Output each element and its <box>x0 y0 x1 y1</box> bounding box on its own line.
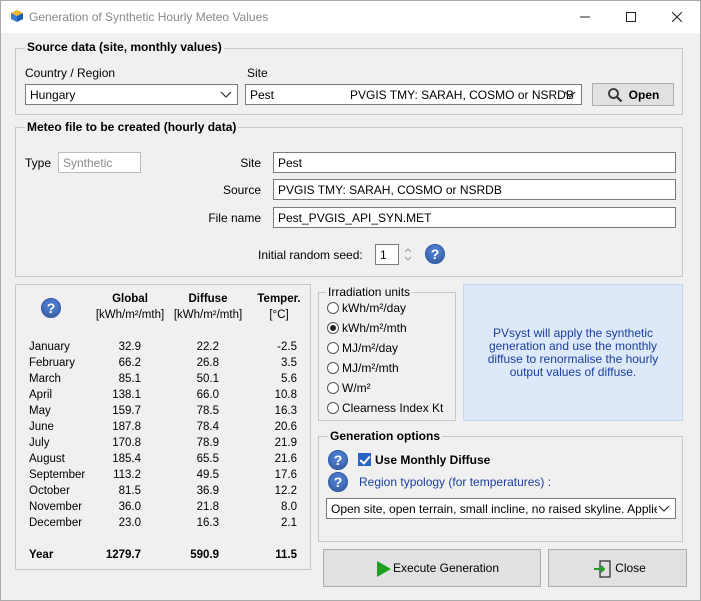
seed-value: 1 <box>380 248 387 262</box>
chevron-down-icon <box>220 91 232 98</box>
radio-kt-label: Clearness Index Kt <box>342 401 444 415</box>
table-row: March 85.1 50.1 5.6 <box>29 373 297 385</box>
seed-help-icon[interactable]: ? <box>425 244 445 264</box>
header-global: Global <box>112 293 148 305</box>
table-header-row: Global Diffuse Temper. <box>29 291 311 307</box>
type-value: Synthetic <box>63 156 113 170</box>
site-select[interactable]: Pest PVGIS TMY: SARAH, COSMO or NSRDB <box>245 84 582 105</box>
chevron-down-icon <box>564 91 576 98</box>
chevron-down-icon <box>658 505 670 512</box>
generation-options-group <box>318 436 683 542</box>
table-row: April 138.1 66.0 10.8 <box>29 389 297 401</box>
monthly-values-table: Global Diffuse Temper. [kWh/m²/mth] [kWh… <box>29 291 311 563</box>
table-row: December 23.0 16.3 2.1 <box>29 517 297 529</box>
table-row: September 113.2 49.5 17.6 <box>29 469 297 481</box>
table-row: November 36.0 21.8 8.0 <box>29 501 297 513</box>
close-icon <box>672 12 682 22</box>
diffuse-help-icon[interactable]: ? <box>328 450 348 470</box>
filename-field[interactable]: Pest_PVGIS_API_SYN.MET <box>273 207 676 228</box>
unit-diffuse: [kWh/m²/mth] <box>173 309 243 321</box>
header-diffuse: Diffuse <box>188 293 228 305</box>
radio-kt[interactable] <box>327 402 339 414</box>
meteo-file-title: Meteo file to be created (hourly data) <box>25 120 239 134</box>
unit-global: [kWh/m²/mth] <box>95 309 165 321</box>
file-site-label: Site <box>240 156 261 170</box>
seed-spinner[interactable] <box>403 244 413 265</box>
table-row: February 66.2 26.8 3.5 <box>29 357 297 369</box>
country-label: Country / Region <box>25 66 116 80</box>
seed-input[interactable]: 1 <box>375 244 399 265</box>
spinner-arrows-icon <box>404 248 412 261</box>
radio-kwh-mth-label: kWh/m²/mth <box>342 321 407 335</box>
type-field: Synthetic <box>58 152 141 173</box>
table-row: May 159.7 78.5 16.3 <box>29 405 297 417</box>
search-icon <box>607 87 622 102</box>
radio-mj-mth-label: MJ/m²/mth <box>342 361 399 375</box>
info-text: PVsyst will apply the synthetic generati… <box>487 325 659 379</box>
maximize-button[interactable] <box>608 1 654 33</box>
execute-generation-button[interactable]: Execute Generation <box>323 549 541 587</box>
source-label: Source <box>222 183 261 197</box>
radio-mj-mth[interactable] <box>327 362 339 374</box>
window-title: Generation of Synthetic Hourly Meteo Val… <box>29 10 269 24</box>
filename-value: Pest_PVGIS_API_SYN.MET <box>278 211 432 225</box>
region-help-icon[interactable]: ? <box>328 472 348 492</box>
irradiation-units-title: Irradiation units <box>326 285 413 299</box>
use-monthly-diffuse-checkbox[interactable] <box>358 453 371 466</box>
radio-kwh-mth[interactable] <box>327 322 339 334</box>
table-row: January 32.9 22.2 -2.5 <box>29 341 297 353</box>
open-button-label: Open <box>628 87 660 102</box>
region-value: Open site, open terrain, small incline, … <box>331 502 657 516</box>
minimize-icon <box>580 16 590 18</box>
radio-mj-day-label: MJ/m²/day <box>342 341 399 355</box>
table-row: October 81.5 36.9 12.2 <box>29 485 297 497</box>
radio-wm2-label: W/m² <box>342 381 371 395</box>
play-icon <box>377 561 391 577</box>
header-temp: Temper. <box>257 293 301 305</box>
info-panel: PVsyst will apply the synthetic generati… <box>463 284 683 421</box>
seed-label: Initial random seed: <box>258 248 363 262</box>
close-window-button[interactable] <box>654 1 700 33</box>
source-value: PVGIS TMY: SARAH, COSMO or NSRDB <box>278 183 502 197</box>
source-field[interactable]: PVGIS TMY: SARAH, COSMO or NSRDB <box>273 179 676 200</box>
radio-wm2[interactable] <box>327 382 339 394</box>
dialog-window: Generation of Synthetic Hourly Meteo Val… <box>0 0 701 601</box>
type-label: Type <box>25 156 52 170</box>
maximize-icon <box>626 12 636 22</box>
region-label: Region typology (for temperatures) : <box>359 475 552 489</box>
region-select[interactable]: Open site, open terrain, small incline, … <box>326 498 676 519</box>
generation-options-title: Generation options <box>328 429 443 443</box>
unit-temp: [°C] <box>269 309 289 321</box>
execute-generation-label: Execute Generation <box>392 561 500 575</box>
exit-door-icon <box>594 560 611 578</box>
country-select[interactable]: Hungary <box>25 84 238 105</box>
file-site-value: Pest <box>278 156 303 170</box>
site-label: Site <box>247 66 268 80</box>
table-row: July 170.8 78.9 21.9 <box>29 437 297 449</box>
radio-kwh-day-label: kWh/m²/day <box>342 301 407 315</box>
country-value: Hungary <box>30 88 76 102</box>
radio-mj-day[interactable] <box>327 342 339 354</box>
close-button[interactable]: Close <box>548 549 687 587</box>
app-icon <box>11 10 23 22</box>
use-monthly-diffuse-label: Use Monthly Diffuse <box>375 453 491 467</box>
radio-kwh-day[interactable] <box>327 302 339 314</box>
open-button[interactable]: Open <box>592 83 674 106</box>
file-site-field[interactable]: Pest <box>273 152 676 173</box>
title-bar: Generation of Synthetic Hourly Meteo Val… <box>1 1 700 33</box>
table-row: June 187.8 78.4 20.6 <box>29 421 297 433</box>
table-units-row: [kWh/m²/mth] [kWh/m²/mth] [°C] <box>29 307 311 323</box>
site-source-value: PVGIS TMY: SARAH, COSMO or NSRDB <box>350 88 574 102</box>
minimize-button[interactable] <box>562 1 608 33</box>
table-row: August 185.4 65.5 21.6 <box>29 453 297 465</box>
filename-label: File name <box>208 211 261 225</box>
close-button-label: Close <box>615 561 646 575</box>
site-value: Pest <box>250 88 275 102</box>
table-year-row: Year 1279.7 590.9 11.5 <box>29 549 297 561</box>
source-data-title: Source data (site, monthly values) <box>25 40 224 54</box>
